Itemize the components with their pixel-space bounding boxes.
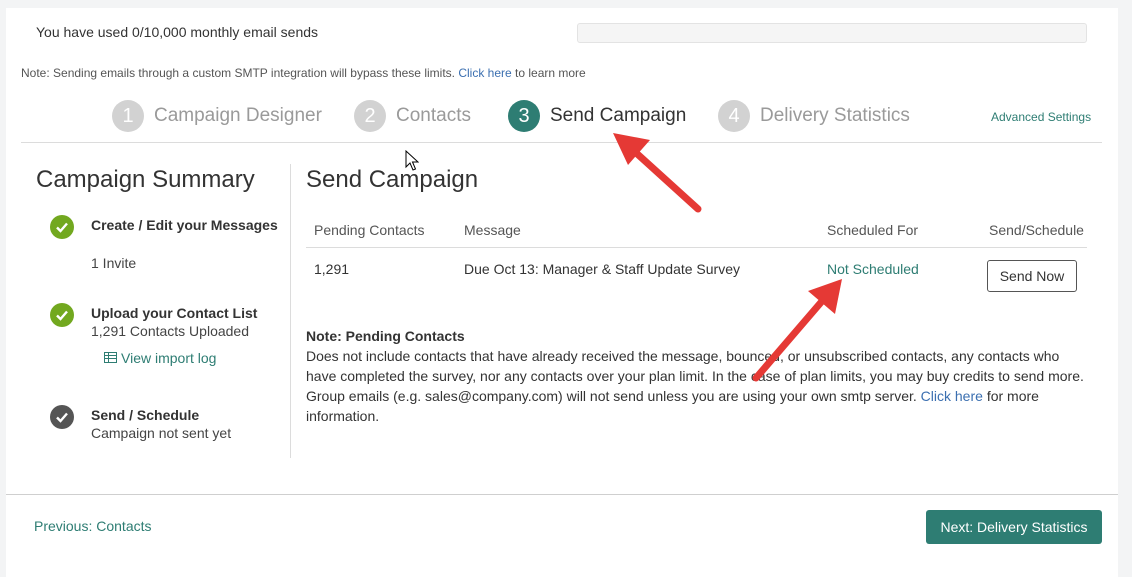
column-header-pending: Pending Contacts (314, 222, 425, 238)
note-click-here-link[interactable]: Click here (921, 388, 983, 404)
summary-item-title: Create / Edit your Messages (91, 217, 278, 233)
smtp-note: Note: Sending emails through a custom SM… (21, 66, 586, 80)
column-header-message: Message (464, 222, 521, 238)
step-number: 2 (354, 100, 386, 132)
smtp-learn-more-link[interactable]: Click here (458, 66, 511, 80)
step-label: Send Campaign (550, 105, 687, 126)
smtp-note-text: Note: Sending emails through a custom SM… (21, 66, 455, 80)
step-label: Campaign Designer (154, 105, 322, 126)
check-circle-icon (50, 405, 74, 429)
vertical-divider (290, 164, 291, 458)
check-circle-icon (50, 215, 74, 239)
summary-item-sub: Campaign not sent yet (91, 425, 232, 441)
table-icon (104, 352, 117, 363)
campaign-summary-title: Campaign Summary (36, 166, 255, 193)
step-send-campaign[interactable]: 3 Send Campaign (508, 100, 686, 132)
note-title: Note: Pending Contacts (306, 328, 465, 344)
divider (21, 142, 1102, 143)
message-cell: Due Oct 13: Manager & Staff Update Surve… (464, 261, 741, 277)
smtp-note-suffix: to learn more (515, 66, 586, 80)
send-campaign-title: Send Campaign (306, 166, 479, 193)
column-header-scheduled: Scheduled For (827, 222, 919, 238)
main-panel (6, 8, 1118, 577)
pending-contacts-cell: 1,291 (314, 261, 350, 277)
step-number: 3 (508, 100, 540, 132)
previous-contacts-link[interactable]: Previous: Contacts (34, 518, 152, 534)
send-now-button[interactable]: Send Now (987, 260, 1077, 292)
pending-contacts-note: Note: Pending Contacts Does not include … (306, 326, 1091, 426)
step-number: 1 (112, 100, 144, 132)
summary-item-title: Send / Schedule (91, 407, 200, 423)
next-delivery-statistics-button[interactable]: Next: Delivery Statistics (926, 510, 1102, 544)
summary-item-title: Upload your Contact List (91, 305, 258, 321)
step-number: 4 (718, 100, 750, 132)
advanced-settings-link[interactable]: Advanced Settings (991, 110, 1091, 124)
footer-divider (6, 494, 1118, 495)
summary-item-sub: 1,291 Contacts Uploaded (91, 323, 249, 339)
summary-item-sub: 1 Invite (91, 255, 137, 271)
step-label: Delivery Statistics (760, 105, 910, 126)
usage-text: You have used 0/10,000 monthly email sen… (36, 24, 319, 40)
column-header-send: Send/Schedule (989, 222, 1084, 238)
check-circle-icon (50, 303, 74, 327)
step-campaign-designer[interactable]: 1 Campaign Designer (112, 100, 322, 132)
usage-progress-bar (577, 23, 1087, 43)
step-label: Contacts (396, 105, 471, 126)
step-delivery-statistics[interactable]: 4 Delivery Statistics (718, 100, 910, 132)
table-header-divider (306, 247, 1087, 248)
scheduled-for-cell[interactable]: Not Scheduled (827, 261, 919, 277)
view-import-log-link[interactable]: View import log (104, 350, 216, 366)
step-contacts[interactable]: 2 Contacts (354, 100, 471, 132)
